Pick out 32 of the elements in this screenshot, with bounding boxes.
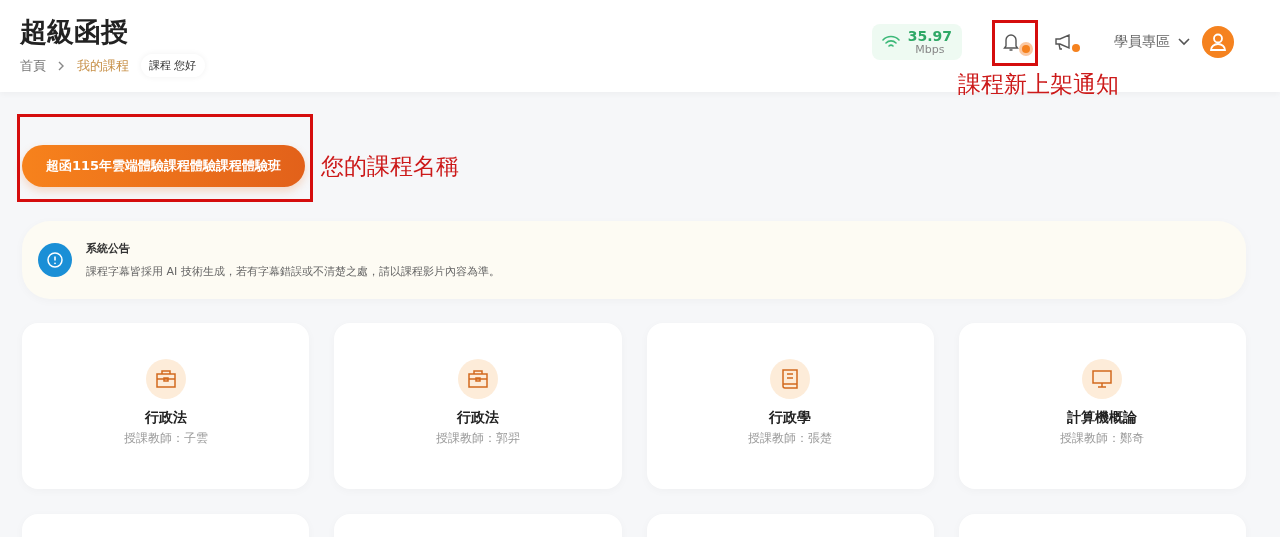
- teacher-name: 授課教師：子雲: [123, 430, 208, 447]
- course-card[interactable]: 行政學 授課教師：張楚: [646, 323, 934, 489]
- wifi-icon: [881, 35, 900, 50]
- chevron-icon: [58, 60, 65, 71]
- teacher-name: 授課教師：張楚: [748, 430, 833, 447]
- course-name: 行政法: [456, 409, 499, 427]
- annotation-text: 您的課程名稱: [321, 151, 460, 181]
- briefcase-icon: [154, 369, 177, 389]
- greeting-tag: 課程 您好: [141, 54, 205, 77]
- course-card[interactable]: 行政法 授課教師：郭羿: [334, 323, 622, 489]
- breadcrumb-link[interactable]: 首頁: [20, 56, 46, 75]
- notice-title: 系統公告: [86, 241, 131, 256]
- speed-unit: Mbps: [915, 43, 945, 56]
- user-menu[interactable]: 學員專區: [1114, 33, 1190, 52]
- teacher-name: 授課教師：郭羿: [435, 430, 520, 447]
- annotation-text: 課程新上架通知: [958, 70, 1119, 100]
- monitor-icon: [1091, 369, 1114, 389]
- notice-text: 課程字幕皆採用 AI 技術生成，若有字幕錯誤或不清楚之處，請以課程影片內容為準。: [86, 264, 500, 279]
- course-name: 行政學: [769, 409, 812, 427]
- highlight-frame: [992, 20, 1038, 67]
- book-icon: [781, 368, 800, 390]
- speed-value: 35.97: [907, 29, 952, 44]
- avatar-icon[interactable]: [1202, 26, 1234, 59]
- course-card[interactable]: 行政法 授課教師：子雲: [22, 323, 310, 489]
- info-icon: [38, 243, 72, 277]
- briefcase-icon: [466, 369, 489, 389]
- site-title: 超級函授: [20, 15, 129, 49]
- chevron-down-icon: [1178, 38, 1190, 47]
- course-name: 行政法: [144, 409, 187, 427]
- teacher-name: 授課教師：鄭奇: [1060, 430, 1145, 447]
- course-name: 計算機概論: [1067, 409, 1138, 427]
- course-card[interactable]: 計算機概論 授課教師：鄭奇: [958, 323, 1246, 489]
